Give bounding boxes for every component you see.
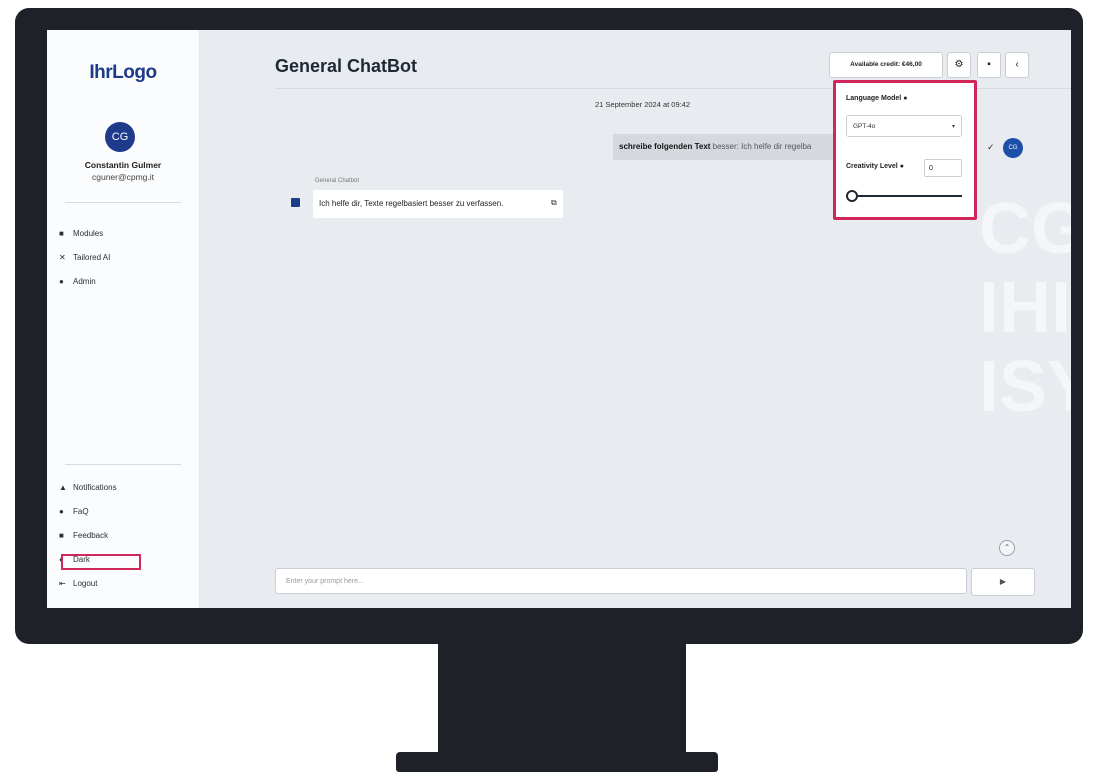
sidebar-nav-top: ■ Modules ✕ Tailored AI ● Admin <box>57 226 179 298</box>
dark-mode-highlight <box>61 554 141 570</box>
gear-icon: ⚙ <box>954 59 964 70</box>
user-message-rest: besser: Ich helfe dir regelba <box>710 142 812 151</box>
sidebar-item-tailored-ai[interactable]: ✕ Tailored AI <box>57 250 179 265</box>
info-icon: ● <box>903 95 908 102</box>
app-logo: IhrLogo <box>89 62 157 83</box>
prompt-input[interactable]: Enter your prompt here... <box>275 568 967 594</box>
check-icon: ✓ <box>987 142 995 152</box>
chevron-down-icon: ▾ <box>951 124 955 130</box>
sidebar-item-label: Feedback <box>73 531 109 540</box>
creativity-level-label: Creativity Level ● <box>846 163 904 170</box>
sidebar-item-notifications[interactable]: ▲ Notifications <box>57 480 179 495</box>
sidebar-item-admin[interactable]: ● Admin <box>57 274 179 289</box>
chat-main: CG IHIDIG ISY General ChatBot Available … <box>199 30 1071 608</box>
user-message-bold: schreibe folgenden Text <box>619 142 711 151</box>
sidebar-item-label: Logout <box>73 579 98 588</box>
sidebar: IhrLogo CG Constantin Gulmer cguner@cpmg… <box>47 30 200 608</box>
background-watermark: CG IHIDIG ISY <box>979 189 1071 428</box>
user-email: cguner@cpmg.it <box>91 172 154 182</box>
user-message: schreibe folgenden Text besser: Ich helf… <box>613 134 859 160</box>
sidebar-item-label: Tailored AI <box>73 253 111 262</box>
feedback-icon: ■ <box>59 531 64 540</box>
sidebar-item-label: Notifications <box>73 483 117 492</box>
monitor-stand <box>438 640 686 758</box>
sidebar-item-label: Admin <box>73 277 96 286</box>
modules-icon: ■ <box>59 229 64 238</box>
question-icon: ● <box>59 507 64 516</box>
tools-icon: ✕ <box>59 253 66 262</box>
sidebar-divider <box>65 464 181 465</box>
send-icon: ▶ <box>999 577 1007 586</box>
sidebar-divider <box>65 202 181 203</box>
admin-icon: ● <box>59 277 64 286</box>
logout-icon: ⇤ <box>59 579 66 588</box>
chevron-up-icon: ⌃ <box>1003 543 1011 552</box>
bot-message: Ich helfe dir, Texte regelbasiert besser… <box>313 190 563 218</box>
app-screen: IhrLogo CG Constantin Gulmer cguner@cpmg… <box>47 30 1071 608</box>
bot-icon <box>291 198 300 207</box>
settings-popover: Language Model ● GPT-4o ▾ Creativity Lev… <box>833 80 977 220</box>
sidebar-item-label: FaQ <box>73 507 89 516</box>
chat-date: 21 September 2024 at 09:42 <box>595 100 691 109</box>
collapse-button[interactable]: ‹ <box>1005 52 1029 78</box>
scroll-up-button[interactable]: ⌃ <box>999 540 1015 556</box>
info-icon: ● <box>899 163 904 170</box>
bot-label: General Chatbot <box>315 178 360 184</box>
monitor-base <box>396 752 718 772</box>
language-model-label: Language Model ● <box>846 95 908 102</box>
sidebar-item-label: Modules <box>73 229 104 238</box>
chevron-left-icon: ‹ <box>1015 59 1019 70</box>
sidebar-item-logout[interactable]: ⇤ Logout <box>57 576 179 591</box>
user-name: Constantin Gulmer <box>84 160 162 170</box>
user-avatar[interactable]: CG <box>105 122 135 152</box>
settings-button[interactable]: ⚙ <box>947 52 971 78</box>
creativity-slider-track[interactable] <box>850 195 962 197</box>
copy-icon[interactable]: ⧉ <box>551 198 557 208</box>
creativity-level-input[interactable]: 0 <box>924 159 962 177</box>
trash-icon: ▪ <box>987 59 991 70</box>
language-model-select[interactable]: GPT-4o ▾ <box>846 115 962 137</box>
send-button[interactable]: ▶ <box>971 568 1035 596</box>
user-message-avatar: CG <box>1003 138 1023 158</box>
sidebar-item-feedback[interactable]: ■ Feedback <box>57 528 179 543</box>
delete-button[interactable]: ▪ <box>977 52 1001 78</box>
creativity-slider-thumb[interactable] <box>846 190 858 202</box>
credit-badge: Available credit: €46,00 <box>829 52 943 78</box>
sidebar-item-modules[interactable]: ■ Modules <box>57 226 179 241</box>
sidebar-nav-bottom: ▲ Notifications ● FaQ ■ Feedback ◐ Dark … <box>57 480 179 600</box>
page-title: General ChatBot <box>275 56 418 76</box>
sidebar-item-faq[interactable]: ● FaQ <box>57 504 179 519</box>
bell-icon: ▲ <box>59 483 67 492</box>
